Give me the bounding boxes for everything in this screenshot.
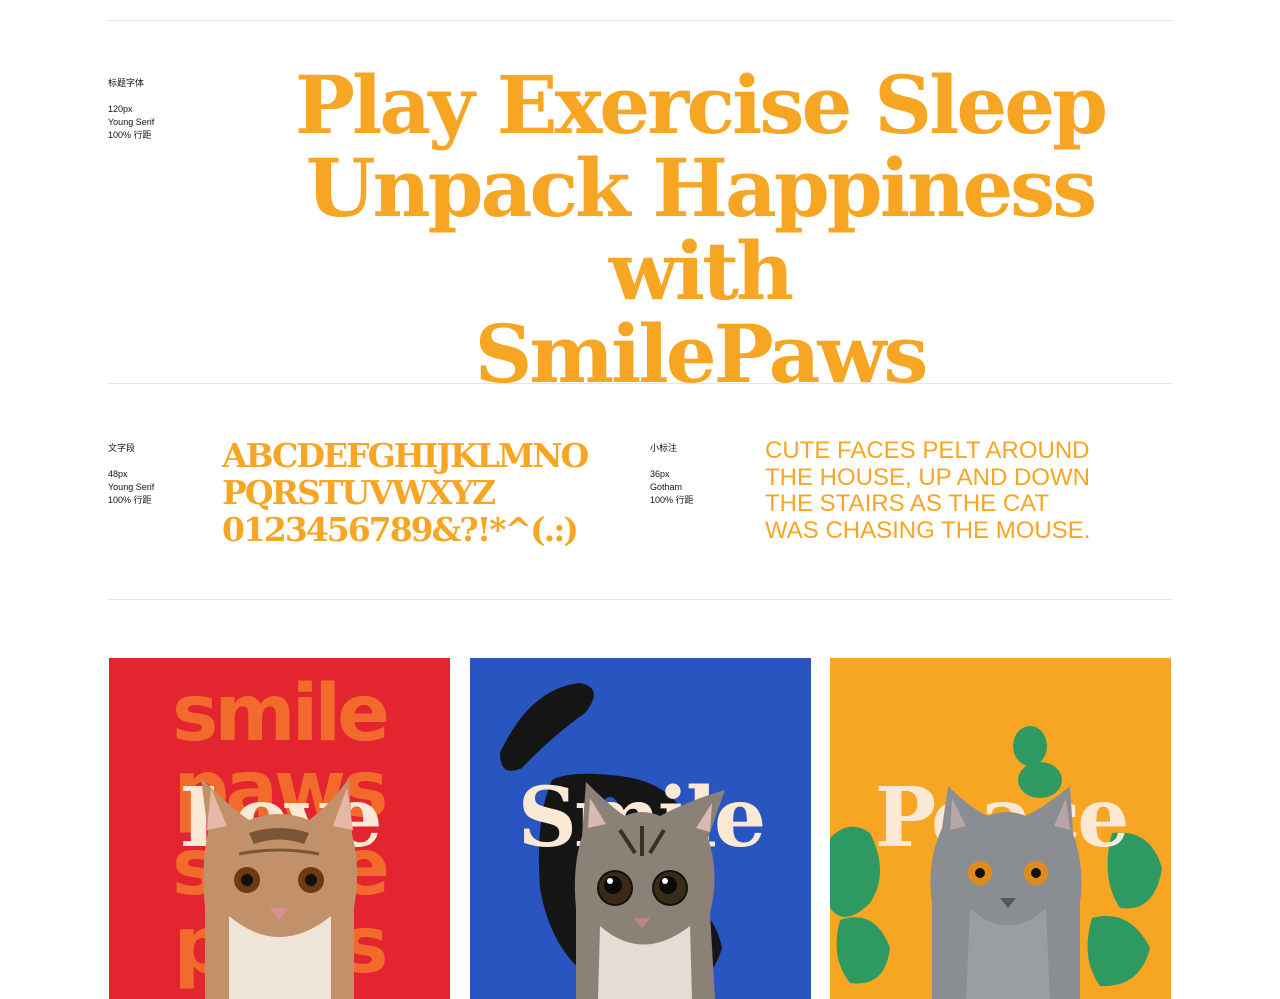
gray-tabby-cat-photo bbox=[574, 782, 725, 999]
headline-spec-size: 120px bbox=[108, 104, 133, 114]
sample-line-2: THE HOUSE, UP AND DOWN bbox=[765, 463, 1090, 491]
headline-spec-font: Young Serif bbox=[108, 117, 155, 127]
bottom-divider bbox=[108, 599, 1172, 600]
caption-sample: CUTE FACES PELT AROUND THE HOUSE, UP AND… bbox=[765, 437, 1165, 544]
british-shorthair-cat-photo bbox=[930, 786, 1082, 999]
caption-spec: 小标注 36px Gotham 100% 行距 bbox=[650, 442, 694, 507]
alphabet-line-1: ABCDEFGHIJKLMNO bbox=[222, 436, 589, 475]
headline-spec-title: 标题字体 bbox=[108, 78, 145, 88]
caption-spec-leading: 100% 行距 bbox=[650, 495, 694, 505]
alphabet-line-2: PQRSTUVWXYZ bbox=[222, 473, 496, 512]
headline-spec: 标题字体 120px Young Serif 100% 行距 bbox=[108, 77, 154, 142]
alphabet-specimen: ABCDEFGHIJKLMNO PQRSTUVWXYZ 0123456789&?… bbox=[222, 437, 622, 548]
headline-line-1: Play Exercise Sleep bbox=[294, 58, 1108, 152]
body-spec-font: Young Serif bbox=[108, 482, 155, 492]
headline-spec-leading: 100% 行距 bbox=[108, 130, 152, 140]
poster-peace: Peace bbox=[830, 658, 1171, 999]
top-divider bbox=[108, 20, 1172, 21]
headline: Play Exercise Sleep Unpack Happiness wit… bbox=[240, 64, 1160, 396]
body-spec-leading: 100% 行距 bbox=[108, 495, 152, 505]
body-spec: 文字段 48px Young Serif 100% 行距 bbox=[108, 442, 154, 507]
alphabet-line-3: 0123456789&?!*^(.:) bbox=[222, 510, 579, 549]
poster-smile: Smile bbox=[470, 658, 811, 999]
body-spec-title: 文字段 bbox=[108, 443, 136, 453]
caption-spec-size: 36px bbox=[650, 469, 670, 479]
poster-love: smile paws smile paws Love bbox=[109, 658, 450, 999]
sample-line-3: THE STAIRS AS THE CAT bbox=[765, 490, 1050, 517]
caption-spec-title: 小标注 bbox=[650, 443, 678, 453]
tabby-cat-photo bbox=[201, 778, 358, 999]
sample-line-4: WAS CHASING THE MOUSE. bbox=[765, 516, 1091, 544]
body-spec-size: 48px bbox=[108, 469, 128, 479]
sample-line-1: CUTE FACES PELT AROUND bbox=[765, 437, 1090, 464]
caption-spec-font: Gotham bbox=[650, 482, 683, 492]
middle-divider bbox=[108, 383, 1172, 384]
headline-line-2: Unpack Happiness with bbox=[305, 141, 1098, 318]
